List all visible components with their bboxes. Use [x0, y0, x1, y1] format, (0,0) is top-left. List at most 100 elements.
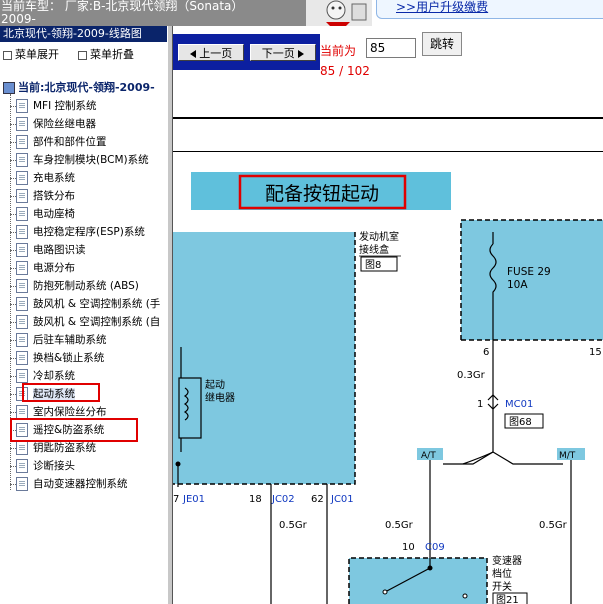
document-icon [16, 135, 28, 149]
fuse-box [461, 220, 603, 340]
sidebar-title: 北京现代-领翔-2009-线路图 [0, 26, 167, 42]
connector-je01: JE01 [182, 494, 205, 505]
tree-item-label: 电源分布 [33, 262, 75, 274]
document-icon [16, 297, 28, 311]
pin-18: 18 [249, 494, 262, 505]
tree-item[interactable]: 搭铁分布 [10, 187, 75, 205]
relay-label-1: 起动 [205, 379, 225, 391]
document-icon [16, 171, 28, 185]
jump-button[interactable]: 跳转 [422, 32, 462, 56]
document-icon [16, 369, 28, 383]
document-icon [16, 279, 28, 293]
next-page-label: 下一页 [261, 47, 295, 60]
collapse-all-button[interactable]: 菜单折叠 [78, 49, 134, 61]
tree-item[interactable]: 后驻车辅助系统 [10, 331, 107, 349]
car-model-line1: 当前车型： 厂家:B-北京现代领翔（Sonata） [1, 0, 244, 13]
ref-68: 图68 [509, 416, 532, 428]
next-page-button[interactable]: 下一页 [250, 44, 316, 61]
tree-item-label: 电控稳定程序(ESP)系统 [33, 226, 145, 238]
wire-05gr-b: 0.5Gr [385, 520, 414, 531]
tree-item-label: 搭铁分布 [33, 190, 75, 202]
document-icon [16, 477, 28, 491]
square-icon [78, 50, 87, 60]
wire-05gr-c: 0.5Gr [539, 520, 568, 531]
tree-item-label: 室内保险丝分布 [33, 406, 107, 418]
document-icon [16, 207, 28, 221]
wiring-diagram: 配备按钮起动 发动机室 接线盒 图8 起动 继电器 FUSE 29 10A 6 … [173, 172, 603, 604]
tree-item[interactable]: 电路图识读 [10, 241, 86, 259]
tree-item[interactable]: MFI 控制系统 [10, 97, 97, 115]
prev-page-label: 上一页 [199, 47, 233, 60]
tree-item[interactable]: 换档&锁止系统 [10, 349, 104, 367]
tree-item[interactable]: 部件和部件位置 [10, 133, 107, 151]
diagram-title: 配备按钮起动 [265, 183, 379, 205]
document-icon [16, 459, 28, 473]
tree-item-label: 电路图识读 [33, 244, 86, 256]
tree-item-label: 诊断接头 [33, 460, 75, 472]
page-count: 85 / 102 [320, 64, 370, 78]
relay-label-2: 继电器 [205, 391, 235, 404]
tree-item[interactable]: 车身控制模块(BCM)系统 [10, 151, 149, 169]
connector-c09: C09 [425, 542, 445, 553]
pin-62: 62 [311, 494, 324, 505]
tree-item[interactable]: 保险丝继电器 [10, 115, 96, 133]
tree-root-label: 当前:北京现代-领翔-2009- [18, 81, 155, 94]
tree-item-label: 车身控制模块(BCM)系统 [33, 154, 149, 166]
label-at: A/T [421, 451, 436, 461]
pin-10: 10 [402, 542, 415, 553]
upgrade-payment-link[interactable]: >>用户升级缴费 [396, 0, 488, 15]
tree-item-label: 部件和部件位置 [33, 136, 107, 148]
engine-junction-box [173, 232, 355, 484]
tree-item[interactable]: 电源分布 [10, 259, 75, 277]
tree-item-label: 保险丝继电器 [33, 118, 96, 130]
trans-label-1: 变速器 [492, 554, 522, 567]
tree-item[interactable]: 鼓风机 & 空调控制系统 (自 [10, 313, 160, 331]
pin-1: 1 [477, 399, 483, 410]
document-icon [16, 441, 28, 455]
document-icon [16, 189, 28, 203]
highlight-box-remote-system [10, 418, 138, 442]
engine-box-label-2: 接线盒 [359, 243, 389, 256]
tree-item-label: 鼓风机 & 空调控制系统 (手 [33, 298, 161, 310]
wire-03gr: 0.3Gr [457, 370, 486, 381]
car-model-info: 当前车型： 厂家:B-北京现代领翔（Sonata） 2009- [0, 0, 306, 26]
tree-root[interactable]: 当前:北京现代-领翔-2009- [3, 79, 155, 95]
tree-item[interactable]: 鼓风机 & 空调控制系统 (手 [10, 295, 160, 313]
wire-05gr-a: 0.5Gr [279, 520, 308, 531]
triangle-left-icon [189, 50, 196, 58]
document-icon [16, 315, 28, 329]
document-icon [16, 243, 28, 257]
tree-item-label: 鼓风机 & 空调控制系统 (自 [33, 316, 161, 328]
document-icon [16, 333, 28, 347]
tree-item-label: 电动座椅 [33, 208, 75, 220]
tree-item[interactable]: 电控稳定程序(ESP)系统 [10, 223, 145, 241]
tree-item-label: 防抱死制动系统 (ABS) [33, 280, 139, 292]
engine-box-ref-text: 图8 [365, 259, 381, 271]
document-icon [16, 99, 28, 113]
tree-item-label: 换档&锁止系统 [33, 352, 105, 364]
prev-page-button[interactable]: 上一页 [178, 44, 244, 61]
trans-label-3: 开关 [492, 580, 512, 593]
page-number-input[interactable] [366, 38, 416, 58]
current-page-label: 当前为 [320, 44, 357, 58]
computer-icon [3, 82, 15, 94]
ref-21: 图21 [496, 594, 519, 604]
connector-jc01: JC01 [330, 494, 354, 505]
tree-item-label: MFI 控制系统 [33, 100, 97, 112]
tree-item[interactable]: 防抱死制动系统 (ABS) [10, 277, 139, 295]
expand-all-button[interactable]: 菜单展开 [3, 49, 59, 61]
car-model-line2: 2009- [1, 12, 36, 26]
tree-item-label: 后驻车辅助系统 [33, 334, 107, 346]
label-mt: M/T [559, 451, 576, 461]
triangle-right-icon [298, 50, 305, 58]
tree-item[interactable]: 电动座椅 [10, 205, 75, 223]
fuse-amp: 10A [507, 279, 528, 291]
document-icon [16, 261, 28, 275]
document-icon [16, 351, 28, 365]
document-icon [16, 225, 28, 239]
tree-item[interactable]: 诊断接头 [10, 457, 75, 475]
document-icon [16, 405, 28, 419]
tree-item[interactable]: 自动变速器控制系统 [10, 475, 128, 493]
tree-item[interactable]: 充电系统 [10, 169, 75, 187]
mascot-icon [306, 0, 372, 26]
